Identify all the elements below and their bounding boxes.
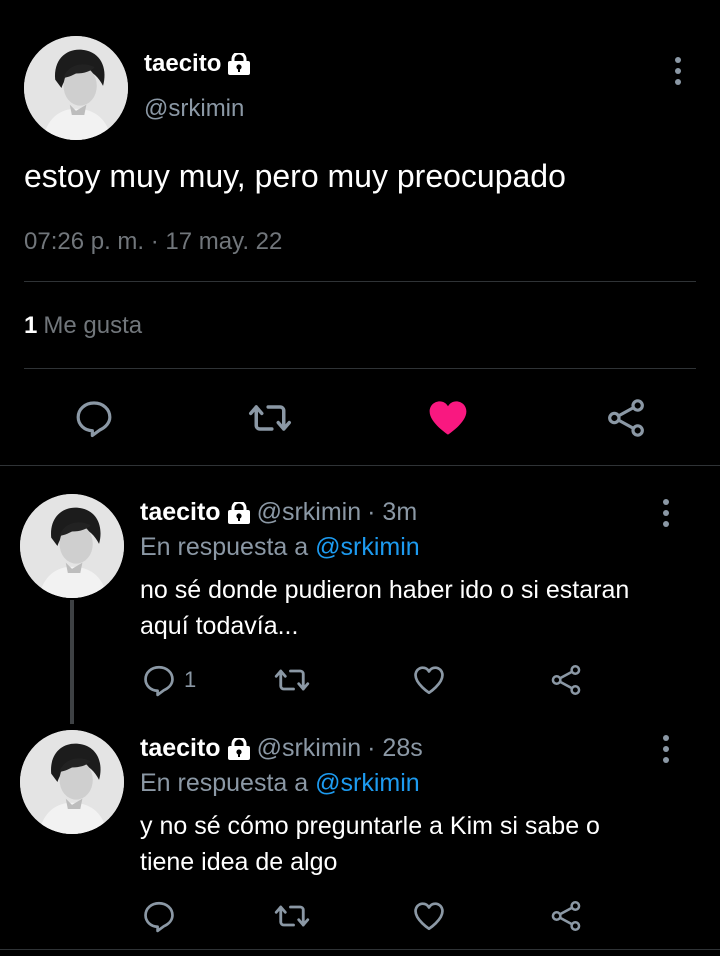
share-icon [550,900,582,932]
tweet-timestamp[interactable]: 07:26 p. m. · 17 may. 22 [24,228,282,256]
author-handle[interactable]: @srkimin [257,734,362,763]
replying-to: En respuesta a @srkimin [140,533,420,562]
main-tweet: taecito @srkimin estoy muy muy, pero muy… [0,0,720,466]
reply-button[interactable] [142,898,184,934]
share-button[interactable] [550,898,582,934]
heart-icon [412,663,446,697]
reply-button[interactable]: 1 [142,662,196,698]
reply-header: taecito @srkimin · 28s [140,734,423,763]
heart-icon [412,899,446,933]
replying-to-prefix: En respuesta a [140,769,309,797]
reply-tweet[interactable]: taecito @srkimin · 28s En respuesta a @s… [0,700,720,950]
likes-summary[interactable]: 1 Me gusta [24,312,142,340]
reply-header: taecito @srkimin · 3m [140,498,417,527]
replying-to-prefix: En respuesta a [140,533,309,561]
author-handle[interactable]: @srkimin [257,498,362,527]
more-options-icon[interactable] [668,56,688,86]
reply-count: 1 [184,667,197,692]
like-button[interactable] [412,898,446,934]
retweet-button[interactable] [248,396,292,440]
replying-to: En respuesta a @srkimin [140,769,420,798]
divider [24,368,696,369]
display-name[interactable]: taecito [140,498,221,527]
replying-to-link[interactable]: @srkimin [315,769,420,797]
reply-button[interactable] [72,396,116,440]
like-button[interactable] [412,662,446,698]
reply-time: · 28s [367,734,423,762]
lock-icon [227,53,251,75]
author-name-row[interactable]: taecito [144,50,251,78]
lock-icon [227,738,251,760]
retweet-icon [274,662,310,698]
display-name[interactable]: taecito [144,50,221,78]
share-icon [606,398,646,438]
avatar[interactable] [20,730,124,834]
reply-text: y no sé cómo preguntarle a Kim si sabe o… [140,812,600,876]
replying-to-link[interactable]: @srkimin [315,533,420,561]
display-name[interactable]: taecito [140,734,221,763]
retweet-button[interactable] [274,662,310,698]
author-handle[interactable]: @srkimin [144,95,244,123]
share-button[interactable] [550,662,582,698]
section-divider [0,949,720,950]
lock-icon [227,502,251,524]
reply-time: · 3m [367,498,418,526]
retweet-icon [274,898,310,934]
heart-filled-icon [427,397,469,439]
reply-icon [142,663,176,697]
like-button[interactable] [426,396,470,440]
share-icon [550,664,582,696]
share-button[interactable] [604,396,648,440]
retweet-icon [248,396,292,440]
tweet-text: estoy muy muy, pero muy preocupado [24,158,566,194]
more-options-icon[interactable] [656,734,676,764]
divider [24,281,696,282]
retweet-button[interactable] [274,898,310,934]
reply-text: no sé donde pudieron haber ido o si esta… [140,576,630,640]
more-options-icon[interactable] [656,498,676,528]
reply-icon [142,899,176,933]
avatar[interactable] [20,494,124,598]
reply-tweet[interactable]: taecito @srkimin · 3m En respuesta a @sr… [0,466,720,716]
like-label: Me gusta [43,312,143,339]
like-count: 1 [24,312,38,339]
avatar[interactable] [24,36,128,140]
reply-icon [74,398,114,438]
